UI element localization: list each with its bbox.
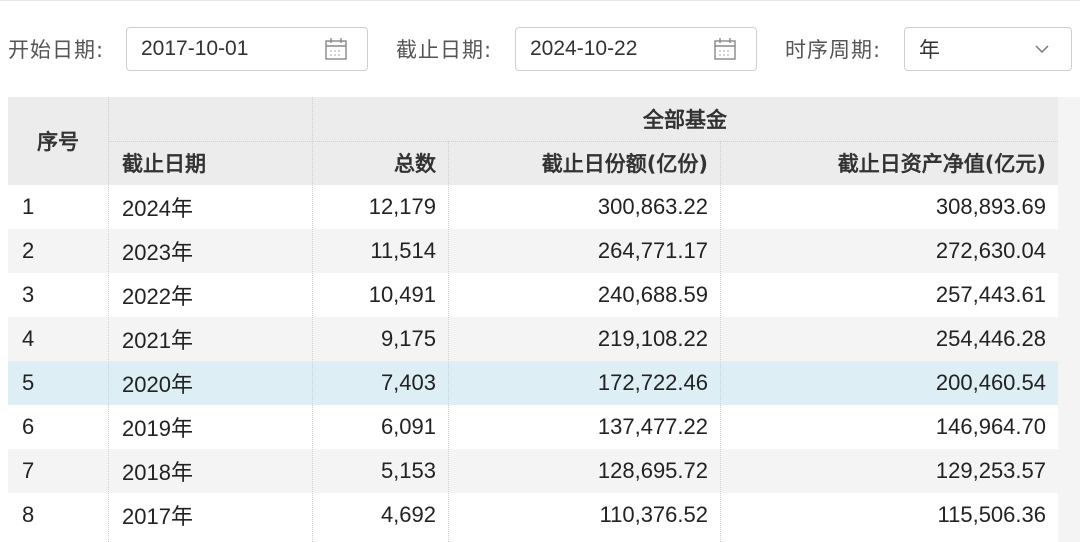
cell-date: 2022年 <box>122 284 193 309</box>
cell-shares: 172,722.46 <box>597 370 708 395</box>
start-date-label: 开始日期: <box>8 38 105 62</box>
cell-seq: 8 <box>22 502 35 527</box>
cell-nav: 257,443.61 <box>935 282 1046 307</box>
start-date-filter: 开始日期: <box>8 26 104 72</box>
scrollbar-track[interactable] <box>1058 97 1080 542</box>
cell-date: 2023年 <box>122 240 193 265</box>
column-divider <box>448 141 449 542</box>
cell-shares: 137,477.22 <box>597 414 708 439</box>
table-row[interactable]: 1 2024年 12,179 300,863.22 308,893.69 <box>8 185 1058 229</box>
cell-seq: 7 <box>22 458 35 483</box>
cell-shares: 128,695.72 <box>597 458 708 483</box>
header-seq: 序号 <box>37 130 79 154</box>
cell-nav: 129,253.57 <box>935 458 1046 483</box>
period-label: 时序周期: <box>785 38 882 62</box>
cell-shares: 110,376.52 <box>599 502 708 527</box>
table-row[interactable]: 8 2017年 4,692 110,376.52 115,506.36 <box>8 493 1058 537</box>
column-divider <box>108 97 109 542</box>
header-divider <box>108 141 1058 142</box>
cell-count: 5,153 <box>380 458 436 483</box>
cell-count: 9,175 <box>380 326 436 351</box>
header-date: 截止日期 <box>122 152 206 176</box>
end-date-input[interactable]: 2024-10-22 <box>515 27 757 71</box>
cell-seq: 2 <box>22 238 35 263</box>
cell-shares: 300,863.22 <box>597 194 708 219</box>
start-date-input[interactable]: 2017-10-01 <box>126 27 368 71</box>
cell-date: 2018年 <box>122 460 193 485</box>
header-group-all-funds: 全部基金 <box>643 108 727 132</box>
cell-count: 7,403 <box>380 370 436 395</box>
cell-count: 11,514 <box>370 238 436 263</box>
cell-nav: 272,630.04 <box>935 238 1046 263</box>
cell-nav: 115,506.36 <box>937 502 1046 527</box>
table-header: 序号 全部基金 截止日期 总数 截止日份额(亿份) 截止日资产净值(亿元) <box>8 97 1058 185</box>
cell-seq: 5 <box>22 370 35 395</box>
table-row[interactable]: 7 2018年 5,153 128,695.72 129,253.57 <box>8 449 1058 493</box>
cell-count: 12,179 <box>368 194 436 219</box>
cell-nav: 146,964.70 <box>935 414 1046 439</box>
calendar-icon[interactable] <box>323 36 349 62</box>
calendar-icon[interactable] <box>712 36 738 62</box>
end-date-filter: 截止日期: <box>396 26 492 72</box>
header-count: 总数 <box>394 152 436 176</box>
cell-date: 2024年 <box>122 196 193 221</box>
end-date-label: 截止日期: <box>396 38 493 62</box>
cell-shares: 240,688.59 <box>597 282 708 307</box>
cell-seq: 3 <box>22 282 35 307</box>
cell-nav: 200,460.54 <box>935 370 1046 395</box>
cell-nav: 308,893.69 <box>935 194 1046 219</box>
cell-shares: 219,108.22 <box>597 326 708 351</box>
table-row[interactable]: 3 2022年 10,491 240,688.59 257,443.61 <box>8 273 1058 317</box>
cell-date: 2020年 <box>122 372 193 397</box>
start-date-value: 2017-10-01 <box>141 37 249 60</box>
table-row[interactable]: 4 2021年 9,175 219,108.22 254,446.28 <box>8 317 1058 361</box>
header-shares: 截止日份额(亿份) <box>541 152 708 176</box>
end-date-value: 2024-10-22 <box>530 37 638 60</box>
cell-date: 2021年 <box>122 328 193 353</box>
cell-date: 2017年 <box>122 504 193 529</box>
period-filter: 时序周期: <box>785 26 881 72</box>
chevron-down-icon[interactable] <box>1029 36 1055 62</box>
column-divider <box>312 97 313 542</box>
cell-nav: 254,446.28 <box>935 326 1046 351</box>
table-row-selected[interactable]: 5 2020年 7,403 172,722.46 200,460.54 <box>8 361 1058 405</box>
top-divider <box>0 0 1080 1</box>
column-divider <box>720 141 721 542</box>
header-nav: 截止日资产净值(亿元) <box>837 152 1046 176</box>
cell-count: 6,091 <box>380 414 436 439</box>
cell-seq: 4 <box>22 326 35 351</box>
cell-seq: 1 <box>22 194 35 219</box>
period-select[interactable]: 年 <box>904 27 1072 71</box>
cell-count: 4,692 <box>380 502 436 527</box>
table-row[interactable]: 2 2023年 11,514 264,771.17 272,630.04 <box>8 229 1058 273</box>
cell-seq: 6 <box>22 414 35 439</box>
cell-count: 10,491 <box>368 282 436 307</box>
period-value: 年 <box>919 39 940 62</box>
cell-date: 2019年 <box>122 416 193 441</box>
cell-shares: 264,771.17 <box>597 238 708 263</box>
table-row[interactable]: 6 2019年 6,091 137,477.22 146,964.70 <box>8 405 1058 449</box>
